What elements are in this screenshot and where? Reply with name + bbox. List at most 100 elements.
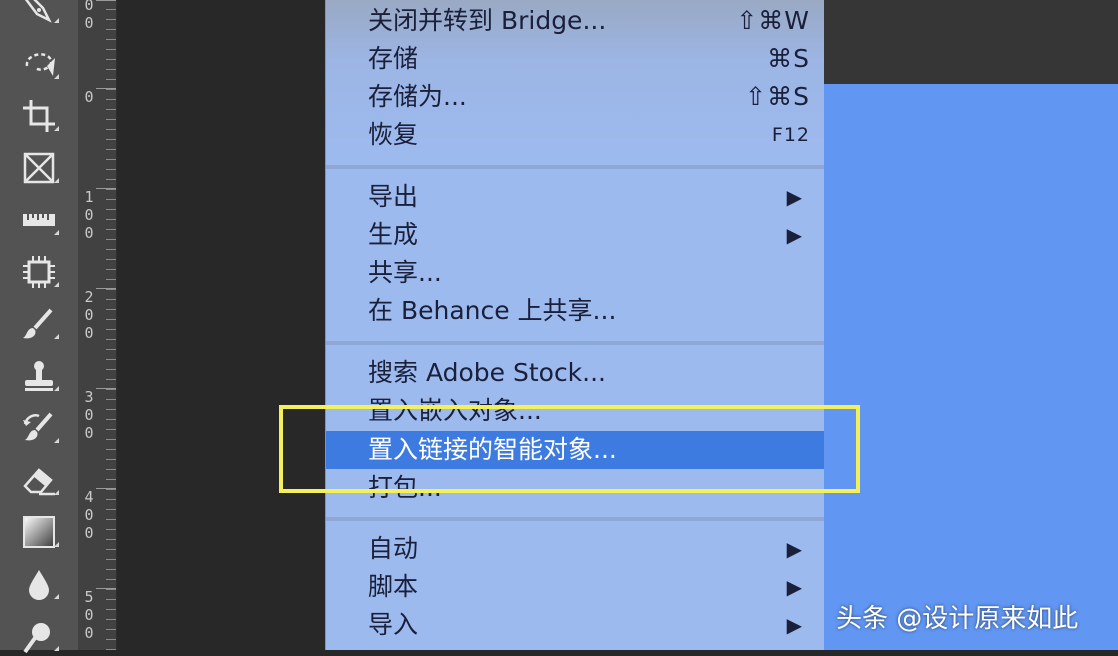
crop-tool-icon[interactable]	[16, 96, 62, 136]
menu-item-label: 关闭并转到 Bridge...	[368, 6, 607, 35]
gradient-tool-icon[interactable]	[16, 512, 62, 552]
menu-item-label: 存储	[368, 44, 419, 73]
menu-item[interactable]: 恢复 F12	[326, 116, 824, 154]
menu-item-label: 导出	[368, 182, 419, 211]
lasso-tool-icon-glyph	[25, 53, 55, 76]
tool-group-indicator	[54, 334, 59, 339]
menu-item-shortcut: F12	[771, 124, 810, 146]
ruler-major-tick	[96, 88, 116, 89]
crop-tool-icon-glyph	[23, 100, 55, 132]
ruler-label: 1 0 0	[84, 188, 94, 242]
submenu-arrow-icon: ▶	[786, 537, 802, 561]
tool-group-indicator	[54, 178, 59, 183]
eraser-tool-icon[interactable]	[16, 460, 62, 500]
menu-item-label: 在 Behance 上共享...	[368, 296, 617, 325]
tool-group-indicator	[54, 646, 59, 651]
document-canvas[interactable]	[824, 84, 1118, 650]
menu-item[interactable]: 生成 ▶	[326, 216, 824, 254]
history-brush-tool-icon-glyph	[23, 412, 53, 441]
ruler-major-tick	[96, 188, 116, 189]
menu-item[interactable]: 脚本 ▶	[326, 568, 824, 606]
tool-group-indicator	[54, 490, 59, 495]
menu-item[interactable]: 打包...	[326, 469, 824, 507]
frame-tool-icon[interactable]	[16, 148, 62, 188]
menu-item-label: 共享...	[368, 258, 442, 287]
dodge-tool-icon-glyph	[23, 623, 50, 654]
ruler-major-tick	[96, 388, 116, 389]
pen-tool-icon[interactable]	[16, 0, 62, 28]
blur-tool-icon[interactable]	[16, 564, 62, 604]
menu-item[interactable]: 自动 ▶	[326, 530, 824, 568]
vertical-ruler: 0 0 0 1 0 0 2 0 0 3 0 0 4 0 0 5 0 0	[78, 0, 117, 650]
ruler-label: 3 0 0	[84, 388, 94, 442]
menu-item-label: 打包...	[368, 473, 442, 502]
menu-item-shortcut: ⌘S	[767, 44, 810, 73]
stamp-tool-icon-glyph	[25, 361, 53, 391]
ruler-major-tick	[96, 588, 116, 589]
tools-panel	[0, 0, 78, 654]
tool-group-indicator	[54, 594, 59, 599]
frame-tool-icon-glyph	[23, 152, 55, 184]
menu-item[interactable]: 置入链接的智能对象...	[326, 431, 824, 469]
submenu-arrow-icon: ▶	[786, 185, 802, 209]
ruler-label: 4 0 0	[84, 488, 94, 542]
pen-tool-icon-glyph	[24, 0, 52, 23]
menu-item[interactable]: 关闭并转到 Bridge... ⇧⌘W	[326, 2, 824, 40]
stamp-tool-icon[interactable]	[16, 356, 62, 396]
tool-group-indicator	[54, 282, 59, 287]
tool-group-indicator	[54, 438, 59, 443]
eraser-tool-icon-glyph	[23, 468, 55, 496]
artboard-tool-icon[interactable]	[16, 252, 62, 292]
canvas-pasteboard	[824, 0, 1118, 84]
tool-group-indicator	[54, 18, 59, 23]
watermark: 头条 @设计原来如此	[836, 604, 1079, 634]
menu-item[interactable]: 搜索 Adobe Stock...	[326, 354, 824, 392]
menu-item-label: 恢复	[368, 120, 419, 149]
ruler-label: 0	[84, 88, 94, 106]
menu-item[interactable]: 存储为... ⇧⌘S	[326, 78, 824, 116]
ruler-tool-icon-glyph	[23, 214, 55, 226]
menu-separator	[326, 341, 824, 345]
menu-item-label: 搜索 Adobe Stock...	[368, 358, 607, 387]
menu-item-label: 自动	[368, 534, 419, 563]
dodge-tool-icon[interactable]	[16, 616, 62, 656]
lasso-tool-icon[interactable]	[16, 44, 62, 84]
tool-group-indicator	[54, 126, 59, 131]
menu-item-label: 脚本	[368, 572, 419, 601]
menu-item[interactable]: 导出 ▶	[326, 178, 824, 216]
menu-item-label: 置入链接的智能对象...	[368, 435, 617, 464]
menu-item-label: 置入嵌入对象...	[368, 396, 542, 425]
tool-group-indicator	[54, 74, 59, 79]
menu-separator	[326, 165, 824, 169]
submenu-arrow-icon: ▶	[786, 575, 802, 599]
ruler-major-tick	[96, 488, 116, 489]
menu-item-shortcut: ⇧⌘W	[736, 6, 810, 35]
ruler-label: 0 0	[84, 0, 94, 32]
menu-item-shortcut: ⇧⌘S	[745, 82, 810, 111]
menu-item[interactable]: 在 Behance 上共享...	[326, 292, 824, 330]
menu-item[interactable]: 共享...	[326, 254, 824, 292]
brush-tool-icon-glyph	[23, 308, 53, 339]
menu-item[interactable]: 存储 ⌘S	[326, 40, 824, 78]
menu-item[interactable]: 导入 ▶	[326, 606, 824, 644]
brush-tool-icon[interactable]	[16, 304, 62, 344]
menu-item-label: 存储为...	[368, 82, 467, 111]
tool-group-indicator	[54, 386, 59, 391]
ruler-label: 5 0 0	[84, 588, 94, 642]
menu-item[interactable]: 置入嵌入对象...	[326, 392, 824, 430]
tool-group-indicator	[54, 230, 59, 235]
blur-tool-icon-glyph	[29, 570, 49, 600]
ruler-major-tick	[96, 288, 116, 289]
menu-separator	[326, 517, 824, 521]
tool-group-indicator	[54, 542, 59, 547]
artboard-tool-icon-glyph	[23, 256, 55, 288]
file-menu: 关闭并转到 Bridge... ⇧⌘W 存储 ⌘S 存储为... ⇧⌘S 恢复 F12 导出 ▶ 生…	[325, 0, 824, 650]
ruler-major-tick	[96, 0, 116, 1]
ruler-tool-icon[interactable]	[16, 200, 62, 240]
ruler-label: 2 0 0	[84, 288, 94, 342]
menu-item-label: 导入	[368, 610, 419, 639]
ruler-ticks	[106, 0, 116, 650]
history-brush-tool-icon[interactable]	[16, 408, 62, 448]
submenu-arrow-icon: ▶	[786, 223, 802, 247]
submenu-arrow-icon: ▶	[786, 613, 802, 637]
